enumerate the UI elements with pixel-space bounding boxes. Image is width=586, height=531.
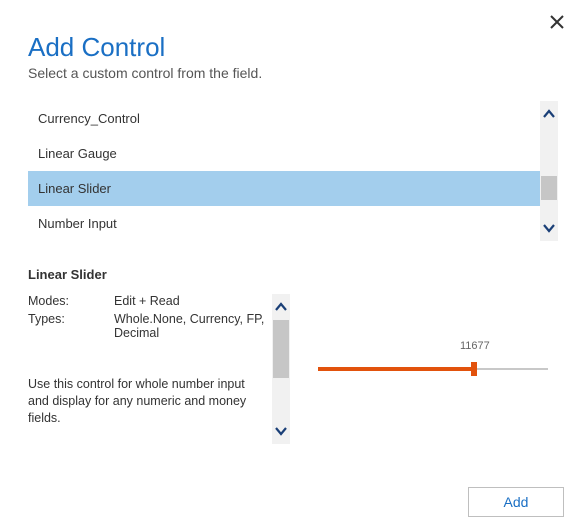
chevron-up-icon[interactable] <box>272 294 290 320</box>
modes-value: Edit + Read <box>114 294 266 308</box>
list-item[interactable]: Linear Gauge <box>28 136 558 171</box>
detail-description: Use this control for whole number input … <box>28 376 266 427</box>
slider-fill <box>318 367 474 371</box>
add-button[interactable]: Add <box>468 487 564 517</box>
detail-scrollbar[interactable] <box>272 294 290 444</box>
control-list-container: Currency_Control Linear Gauge Linear Sli… <box>28 101 558 241</box>
list-scrollbar[interactable] <box>540 101 558 241</box>
close-icon[interactable] <box>550 14 564 32</box>
dialog-title: Add Control <box>28 32 558 63</box>
list-item[interactable]: Linear Slider <box>28 171 558 206</box>
control-preview: 11677 <box>290 294 558 454</box>
types-value: Whole.None, Currency, FP, Decimal <box>114 312 266 340</box>
chevron-up-icon[interactable] <box>540 101 558 127</box>
detail-pane: Linear Slider Modes: Edit + Read Types: … <box>28 267 558 454</box>
modes-label: Modes: <box>28 294 114 308</box>
scroll-track[interactable] <box>540 127 558 215</box>
detail-title: Linear Slider <box>28 267 558 282</box>
scroll-track[interactable] <box>272 320 290 418</box>
scroll-thumb[interactable] <box>541 176 557 200</box>
list-item[interactable]: Currency_Control <box>28 101 558 136</box>
detail-info: Modes: Edit + Read Types: Whole.None, Cu… <box>28 294 272 454</box>
chevron-down-icon[interactable] <box>272 418 290 444</box>
control-list: Currency_Control Linear Gauge Linear Sli… <box>28 101 558 241</box>
slider-handle[interactable] <box>471 362 477 376</box>
chevron-down-icon[interactable] <box>540 215 558 241</box>
slider-value-label: 11677 <box>460 340 490 352</box>
dialog-subtitle: Select a custom control from the field. <box>28 65 558 81</box>
types-label: Types: <box>28 312 114 340</box>
linear-slider[interactable] <box>318 362 548 376</box>
scroll-thumb[interactable] <box>273 320 289 378</box>
list-item[interactable]: Number Input <box>28 206 558 241</box>
